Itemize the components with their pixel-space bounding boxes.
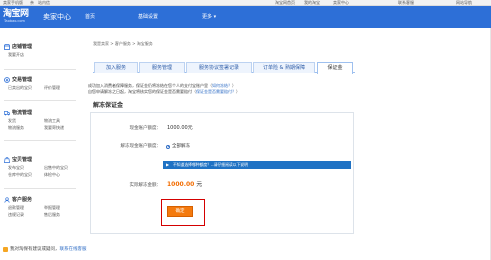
- sidebar-group-title: 店铺管理: [12, 44, 33, 50]
- sidebar-link[interactable]: 物流工具: [44, 118, 60, 124]
- tab-bar: 加入服务 服务管理 服务协议签署记录 订单险 & 熟期保障 保证金: [93, 59, 355, 74]
- sidebar-group-header[interactable]: 交易管理: [4, 76, 80, 84]
- sidebar-group-header[interactable]: 物流管理: [4, 109, 80, 117]
- tab-deposit[interactable]: 保证金: [317, 62, 353, 74]
- feedback-icon: [3, 247, 8, 252]
- feedback-text: 我对淘保有建议或疑问，联系在线客服: [10, 246, 87, 254]
- actual-amount-label: 实际解冻金额：: [129, 183, 162, 188]
- section-title: 解冻保证金: [93, 102, 124, 109]
- sidebar-group-header[interactable]: 宝贝管理: [4, 156, 80, 164]
- breadcrumb[interactable]: 我是卖家 > 客户服务 > 淘宝服务: [93, 41, 153, 47]
- tab-order-insurance[interactable]: 订单险 & 熟期保障: [253, 62, 315, 73]
- sidebar-divider: [4, 69, 76, 70]
- unfreeze-all-radio[interactable]: [166, 144, 170, 149]
- notice-link[interactable]: 如何冻结？: [212, 83, 232, 88]
- unfreeze-form-panel: 现金账户额度： 1000.00元 解冻现金账户额度： 全部解冻 ▶ 不知道选择哪…: [90, 112, 354, 234]
- sidebar-divider: [4, 100, 76, 101]
- logo-text-cn: 淘宝网: [3, 9, 29, 19]
- sidebar-group-header[interactable]: 店铺管理: [4, 43, 80, 51]
- sidebar-link[interactable]: 退款管理: [8, 205, 24, 211]
- sidebar: 店铺管理 我要开店 交易管理 已卖出的宝贝 评价管理 物流管理 发货 物流工具 …: [0, 35, 80, 260]
- sidebar-link[interactable]: 发货: [8, 118, 16, 124]
- tab-service-management[interactable]: 服务管理: [139, 62, 185, 73]
- current-amount-label: 现金账户额度：: [129, 126, 162, 131]
- taobao-logo[interactable]: 淘宝网 Taobao.com: [3, 9, 43, 26]
- sidebar-link[interactable]: 体检中心: [44, 172, 60, 178]
- help-info-text: 不知道选择哪种额度？--请仔细阅读以下说明: [173, 162, 248, 167]
- sidebar-link[interactable]: 物流服务: [8, 125, 24, 131]
- unfreeze-all-label[interactable]: 全部解冻: [172, 143, 190, 150]
- nav-home[interactable]: 首页: [85, 13, 95, 21]
- actual-amount-value: 1000.00: [167, 181, 195, 188]
- feedback-question: 我对淘保有建议或疑问，: [10, 247, 60, 252]
- sidebar-group-title: 交易管理: [12, 77, 33, 83]
- actual-amount-unit: 元: [196, 181, 203, 188]
- service-icon: [4, 197, 10, 203]
- header-title: 卖家中心: [43, 13, 71, 21]
- help-info-bar[interactable]: ▶ 不知道选择哪种额度？--请仔细阅读以下说明: [163, 161, 351, 169]
- sidebar-link[interactable]: 评价管理: [44, 85, 60, 91]
- notice-line-2: 自您申请解冻之日起，淘宝将核实您的保证金是否需要赔付（保证金是否需要赔付？）: [88, 89, 240, 95]
- main-header: 淘宝网 Taobao.com 卖家中心 首页 基础设置 更多 ▾: [0, 6, 491, 28]
- store-icon: [4, 44, 10, 50]
- expand-arrow-icon: ▶: [166, 162, 170, 167]
- sidebar-link[interactable]: 仓库中的宝贝: [8, 172, 32, 178]
- notice-text: 自您申请解冻之日起，淘宝将核实您的保证金是否需要赔付（: [88, 89, 196, 94]
- sidebar-link[interactable]: 我要开店: [8, 52, 24, 58]
- nav-more-label: 更多: [202, 14, 213, 20]
- sidebar-group-title: 客户服务: [12, 197, 33, 203]
- notice-close-paren: ）: [232, 83, 236, 88]
- logo-text-en: Taobao.com: [4, 19, 25, 23]
- tab-join-service[interactable]: 加入服务: [94, 62, 138, 73]
- sidebar-link[interactable]: 违规记录: [8, 212, 24, 218]
- sidebar-link[interactable]: 已卖出的宝贝: [8, 85, 32, 91]
- goods-icon: [4, 157, 10, 163]
- logistics-icon: [4, 111, 10, 116]
- confirm-button[interactable]: 确定: [167, 206, 193, 217]
- sidebar-link[interactable]: 举报管理: [44, 205, 60, 211]
- current-amount-value: 1000.00元: [167, 125, 193, 131]
- sidebar-group-header[interactable]: 客户服务: [4, 196, 80, 204]
- chevron-down-icon: ▾: [213, 14, 217, 20]
- sidebar-divider: [4, 140, 76, 141]
- trade-icon: [4, 77, 10, 83]
- notice-link[interactable]: 保证金是否需要赔付？: [196, 89, 236, 94]
- nav-more[interactable]: 更多 ▾: [202, 13, 216, 21]
- sidebar-link[interactable]: 我要寄快递: [44, 125, 64, 131]
- sidebar-group-title: 宝贝管理: [12, 157, 33, 163]
- notice-close-paren: ）: [236, 89, 240, 94]
- nav-basic-settings[interactable]: 基础设置: [138, 13, 158, 21]
- sidebar-divider: [4, 188, 76, 189]
- sidebar-link[interactable]: 出售中的宝贝: [44, 165, 68, 171]
- contact-online-service-link[interactable]: 联系在线客服: [60, 247, 87, 252]
- sidebar-group-title: 物流管理: [12, 110, 33, 116]
- tab-agreement-records[interactable]: 服务协议签署记录: [186, 62, 252, 73]
- sidebar-link[interactable]: 售后服务: [44, 212, 60, 218]
- sidebar-link[interactable]: 发布宝贝: [8, 165, 24, 171]
- unfreeze-amount-label: 解冻现金账户额度：: [120, 144, 162, 149]
- actual-amount: 1000.00 元: [167, 181, 202, 188]
- notice-text: 成功加入消费者保障服务，保证金仍将冻结在您个人的支付宝账户里（: [88, 83, 212, 88]
